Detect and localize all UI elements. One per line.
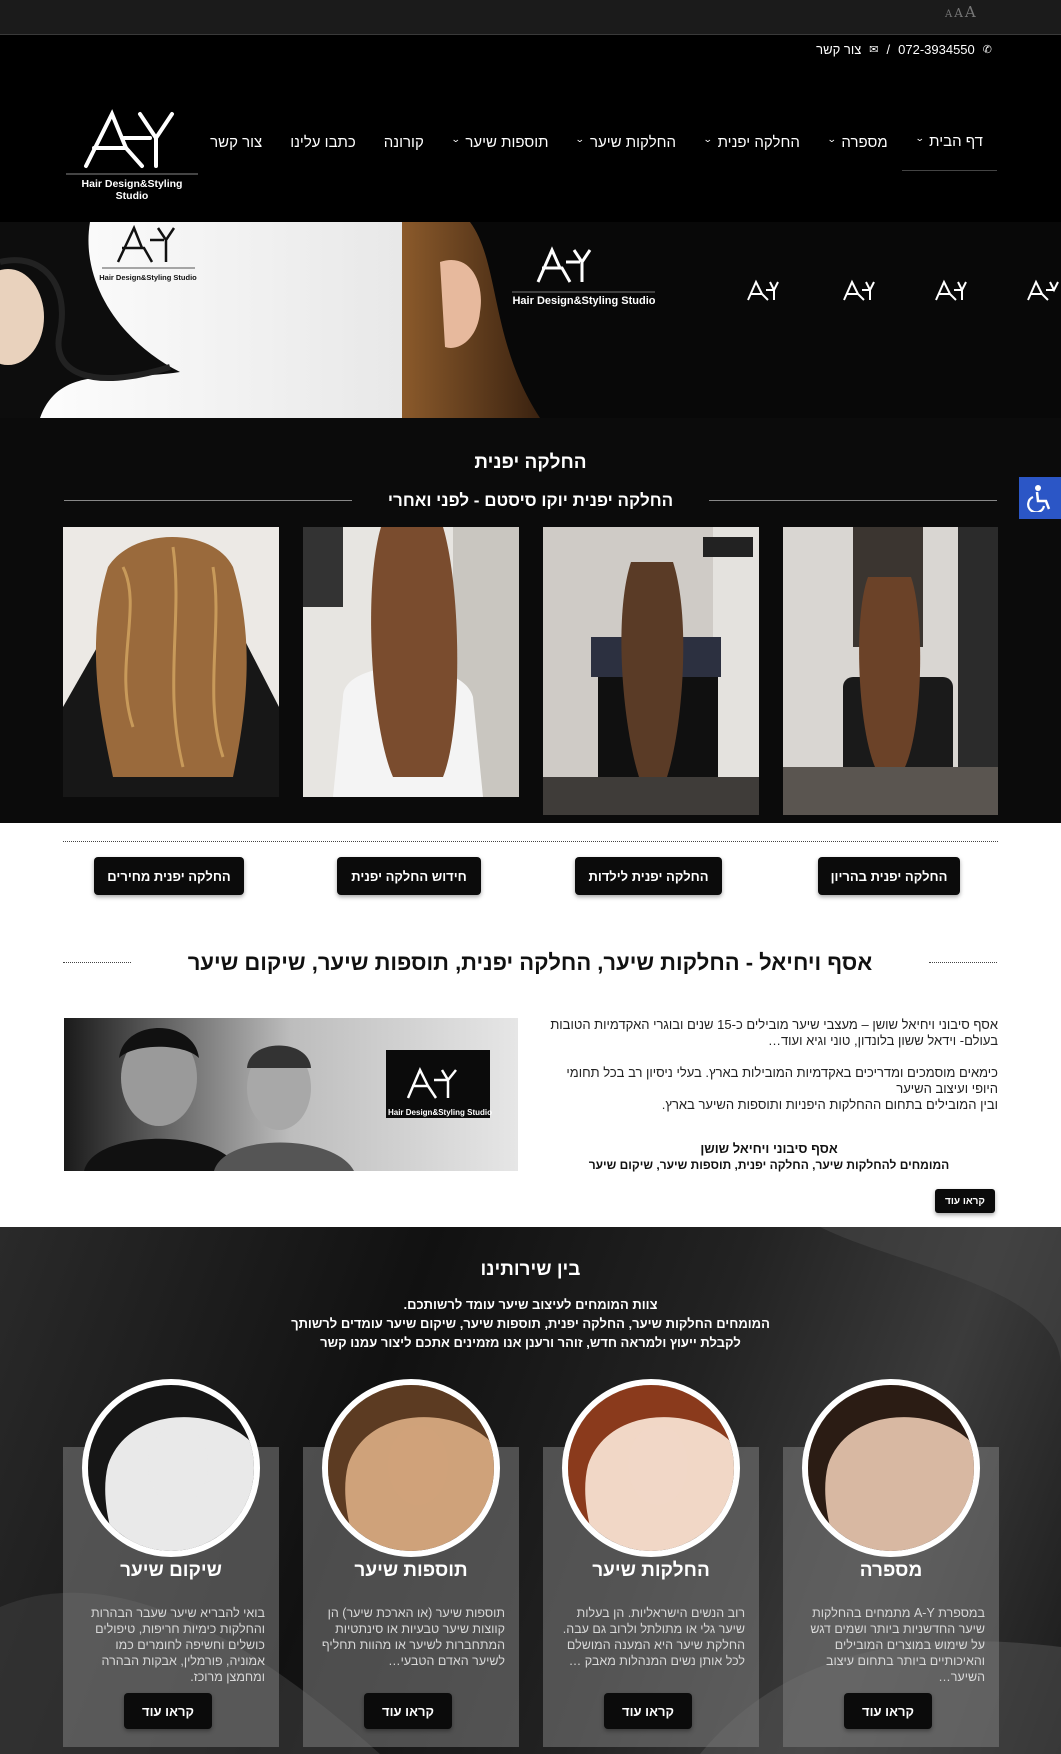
gallery-photo-before-2[interactable] — [63, 527, 279, 797]
banner-image: Hair Design&Styling Studio Hair Design&S… — [0, 222, 1061, 418]
about-text: אסף סיבוני ויחיאל שושן – מעצבי שיער מובי… — [548, 1017, 998, 1113]
nav-item-label: קורונה — [383, 133, 424, 151]
nav-item-7[interactable]: צור קשר — [196, 125, 276, 171]
top-strip — [0, 0, 1061, 35]
japanese-straightening-button-1[interactable]: החלקה יפנית לילדות — [575, 857, 722, 895]
nav-item-3[interactable]: החלקות שיער ⌄ — [562, 125, 690, 171]
nav-item-label: החלקות שיער — [590, 133, 677, 151]
about-heading: אסף ויחיאל - החלקות שיער, החלקה יפנית, ת… — [187, 950, 873, 975]
services-intro-2: המומחים החלקות שיער, החלקה יפנית, תוספות… — [291, 1316, 770, 1331]
chevron-down-icon: ⌄ — [450, 133, 461, 144]
services-title: בין שירותינו — [480, 1259, 581, 1280]
svg-text:Hair Design&Styling Studio: Hair Design&Styling Studio — [512, 295, 655, 307]
service-card-read-more-button[interactable]: קראו עוד — [844, 1693, 932, 1729]
about-names: אסף סיבוני ויחיאל שושן — [700, 1141, 838, 1156]
service-card-text: רוב הנשים הישראליות. הן בעלות שיער גלי א… — [562, 1606, 745, 1668]
nav-item-label: תוספות שיער — [465, 133, 549, 151]
nav-item-label: צור קשר — [210, 133, 263, 151]
wheelchair-icon — [1027, 485, 1051, 512]
nav-item-label: כתבו עלינו — [290, 133, 356, 151]
contact-link[interactable]: צור קשר — [816, 42, 861, 57]
service-card-image[interactable] — [802, 1379, 980, 1557]
font-size-controls: AAA — [945, 2, 978, 21]
service-card-text: תוספות שיער (או הארכת שיער) הן קווצות שי… — [321, 1606, 505, 1668]
phone-number[interactable]: 072-3934550 — [898, 42, 975, 57]
service-card-title[interactable]: שיקום שיער — [63, 1560, 279, 1582]
japanese-straightening-button-3[interactable]: החלקה יפנית מחירים — [94, 857, 244, 895]
nav-item-label: החלקה יפנית — [717, 133, 800, 151]
site-logo[interactable]: Hair Design&Styling Studio — [64, 108, 200, 202]
service-card-image[interactable] — [322, 1379, 500, 1557]
service-card-image[interactable] — [82, 1379, 260, 1557]
contact-separator: / — [886, 42, 891, 57]
service-card-title[interactable]: מספרה — [783, 1560, 999, 1582]
header-contact: ✆ 072-3934550 / ✉ צור קשר — [816, 42, 992, 57]
about-divider-left — [63, 962, 131, 963]
about-paragraph-3: ובין המובילים בתחום ההחלקות היפניות ותוס… — [661, 1097, 998, 1112]
gallery-title: החלקה יפנית — [474, 452, 587, 473]
service-card-read-more-button[interactable]: קראו עוד — [364, 1693, 452, 1729]
japanese-straightening-button-0[interactable]: החלקה יפנית בהריון — [818, 857, 960, 895]
nav-item-label: מספרה — [841, 133, 888, 151]
japanese-straightening-button-2[interactable]: חידוש החלקה יפנית — [337, 857, 481, 895]
buttons-divider — [63, 841, 998, 842]
chevron-down-icon: ⌄ — [702, 133, 713, 144]
nav-item-5[interactable]: קורונה — [370, 125, 438, 171]
about-divider-right — [929, 962, 997, 963]
chevron-down-icon: ⌄ — [826, 133, 837, 144]
font-small-button[interactable]: A — [945, 9, 952, 20]
envelope-icon: ✉ — [869, 44, 879, 56]
service-card-text: במספרת A-Y מתמחים בהחלקות שיער החדשניות … — [810, 1606, 985, 1684]
nav-item-4[interactable]: תוספות שיער ⌄ — [438, 125, 563, 171]
founders-photo — [64, 1018, 518, 1171]
services-intro-3: לקבלת ייעוץ ולמראה חדש, זוהר ורענן אנו מ… — [320, 1335, 741, 1350]
service-card-image[interactable] — [562, 1379, 740, 1557]
svg-text:Hair Design&Styling Studio: Hair Design&Styling Studio — [99, 273, 197, 282]
accessibility-button[interactable] — [1019, 477, 1061, 519]
about-paragraph-2: כימאים מוסמכים ומדריכים באקדמיות המובילו… — [566, 1065, 998, 1096]
chevron-down-icon: ⌄ — [575, 133, 586, 144]
nav-item-0[interactable]: דף הבית ⌄ — [901, 125, 997, 171]
gallery-photo-before-1[interactable] — [543, 527, 759, 815]
founders-photo-logo-text: Hair Design&Styling Studio — [387, 1108, 492, 1117]
font-medium-button[interactable]: A — [954, 6, 963, 20]
chevron-down-icon: ⌄ — [914, 133, 925, 143]
gallery-photo-after-1[interactable] — [783, 527, 998, 815]
nav-item-2[interactable]: החלקה יפנית ⌄ — [690, 125, 814, 171]
service-card-text: בואי להבריא שיער שעבר הבהרות והחלקות כימ… — [90, 1606, 265, 1684]
nav-item-6[interactable]: כתבו עלינו — [276, 125, 370, 171]
hero-banner: Hair Design&Styling Studio Hair Design&S… — [0, 222, 1061, 418]
service-card-title[interactable]: החלקות שיער — [543, 1560, 759, 1582]
service-card-title[interactable]: תוספות שיער — [303, 1560, 519, 1582]
gallery-subtitle: החלקה יפנית יוקו סיסטם - לפני ואחרי — [387, 491, 674, 510]
service-card-read-more-button[interactable]: קראו עוד — [124, 1693, 212, 1729]
nav-item-label: דף הבית — [929, 133, 983, 150]
gallery-photo-after-2[interactable] — [303, 527, 519, 797]
service-card-read-more-button[interactable]: קראו עוד — [604, 1693, 692, 1729]
about-read-more-button[interactable]: קראו עוד — [935, 1189, 995, 1213]
logo-text: Hair Design&Styling Studio — [81, 178, 183, 202]
phone-icon: ✆ — [982, 44, 992, 56]
about-paragraph-1: אסף סיבוני ויחיאל שושן – מעצבי שיער מובי… — [550, 1017, 998, 1048]
about-tagline: המומחים להחלקות שיער, החלקה יפנית, תוספו… — [588, 1158, 950, 1172]
nav-item-1[interactable]: מספרה ⌄ — [814, 125, 902, 171]
font-large-button[interactable]: A — [965, 3, 976, 21]
main-nav: דף הבית ⌄ מספרה ⌄ החלקה יפנית ⌄ החלקות שיער ⌄ תו… — [196, 125, 997, 171]
services-intro-1: צוות המומחים לעיצוב שיער עומד לרשותכם. — [403, 1297, 658, 1312]
